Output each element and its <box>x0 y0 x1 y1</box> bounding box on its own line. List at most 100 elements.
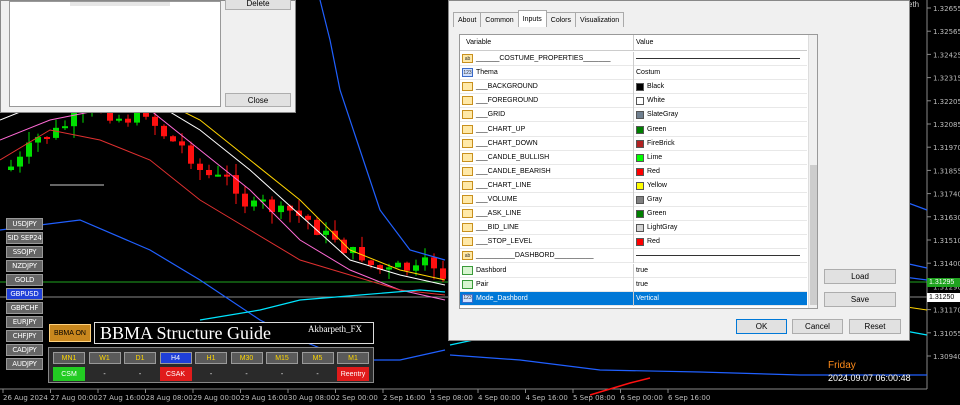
input-value[interactable]: true <box>636 267 648 274</box>
input-value[interactable]: Green <box>647 126 666 133</box>
symbol-button[interactable]: AUDJPY <box>6 358 43 370</box>
symbol-button[interactable]: SID SEP24 <box>6 232 43 244</box>
input-value[interactable]: Lime <box>647 154 662 161</box>
input-row[interactable]: ___FOREGROUND White <box>460 94 807 109</box>
symbol-button[interactable]: NZDJPY <box>6 260 43 272</box>
input-row[interactable]: ___CANDLE_BEARISH Red <box>460 164 807 179</box>
indicator-line <box>0 89 446 286</box>
price-tick-label: 1.31630 <box>933 214 960 222</box>
input-value[interactable]: Red <box>647 168 660 175</box>
input-row[interactable]: ___BID_LINE LightGray <box>460 221 807 236</box>
input-value[interactable]: White <box>647 97 665 104</box>
price-tick-label: 1.31970 <box>933 144 960 152</box>
input-row[interactable]: ___CHART_LINE Yellow <box>460 178 807 193</box>
cancel-button[interactable]: Cancel <box>792 319 843 334</box>
timeframe-button[interactable]: M30 <box>230 352 263 364</box>
input-value[interactable]: Yellow <box>647 182 667 189</box>
input-row[interactable]: ___GRID SlateGray <box>460 108 807 123</box>
candle-body <box>323 230 329 235</box>
timeframe-button[interactable]: H1 <box>195 352 227 364</box>
input-value[interactable]: SlateGray <box>647 111 678 118</box>
color-swatch <box>636 139 644 148</box>
candle-body <box>44 137 50 140</box>
symbol-button[interactable]: USDJPY <box>6 218 43 230</box>
input-row[interactable]: ___STOP_LEVEL Red <box>460 235 807 250</box>
symbol-button[interactable]: GBPUSD <box>6 288 43 300</box>
symbol-button[interactable]: GOLD <box>6 274 43 286</box>
signal-cell: CSAK <box>159 367 192 381</box>
reset-button[interactable]: Reset <box>849 319 901 334</box>
color-swatch <box>636 111 644 120</box>
timeframe-button[interactable]: M1 <box>337 352 369 364</box>
candle-body <box>8 166 14 170</box>
color-swatch <box>636 224 644 233</box>
candle-body <box>17 156 23 167</box>
tab-about[interactable]: About <box>453 12 482 27</box>
input-row[interactable]: 123 Mode_Dashbord Vertical <box>460 291 807 306</box>
timeframe-button[interactable]: M5 <box>301 352 334 364</box>
grid-scrollbar[interactable] <box>808 35 817 308</box>
input-name: Mode_Dashbord <box>476 294 528 302</box>
time-tick-label: 26 Aug 2024 <box>3 394 48 402</box>
input-row[interactable]: ab __________DASHBORD__________ <box>460 249 807 264</box>
candle-body <box>161 125 167 137</box>
input-value[interactable]: Vertical <box>636 295 659 302</box>
timeframe-button[interactable]: D1 <box>124 352 156 364</box>
symbols-listbox[interactable] <box>9 1 221 107</box>
time-tick-label: 4 Sep 00:00 <box>478 394 520 402</box>
color-swatch <box>636 210 644 219</box>
time-tick-label: 27 Aug 16:00 <box>98 394 145 402</box>
input-row[interactable]: ___CHART_DOWN FireBrick <box>460 136 807 151</box>
input-row[interactable]: ___BACKGROUND Black <box>460 80 807 95</box>
timeframe-button[interactable]: H4 <box>159 352 192 364</box>
input-value[interactable]: Costum <box>636 69 660 76</box>
color-icon <box>462 82 473 92</box>
bbma-on-button[interactable]: BBMA ON <box>49 324 91 342</box>
timeframe-button[interactable]: MN1 <box>53 352 85 364</box>
tab-common[interactable]: Common <box>480 12 519 27</box>
inputs-grid[interactable]: Variable Value ab ______COSTUME_PROPERTIE… <box>459 34 818 309</box>
input-value[interactable]: Gray <box>647 196 662 203</box>
input-value[interactable]: Black <box>647 83 664 90</box>
symbols-dialog: Delete Close <box>0 0 296 113</box>
symbol-button[interactable]: CHFJPY <box>6 330 43 342</box>
input-row[interactable]: ___ASK_LINE Green <box>460 207 807 222</box>
tab-inputs[interactable]: Inputs <box>517 10 547 27</box>
input-value[interactable]: Red <box>647 238 660 245</box>
scrollbar-thumb[interactable] <box>810 165 817 305</box>
color-icon <box>462 237 473 247</box>
signal-cell: Reentry <box>337 367 369 381</box>
symbol-button[interactable]: GBPCHF <box>6 302 43 314</box>
input-row[interactable]: Pair true <box>460 277 807 292</box>
symbol-button[interactable]: SSOJPY <box>6 246 43 258</box>
symbol-button[interactable]: CADJPY <box>6 344 43 356</box>
ok-button[interactable]: OK <box>736 319 787 334</box>
tab-visualization[interactable]: Visualization <box>575 12 625 27</box>
tab-colors[interactable]: Colors <box>545 12 577 27</box>
delete-button[interactable]: Delete <box>225 0 291 10</box>
input-value[interactable]: FireBrick <box>647 140 675 147</box>
close-button[interactable]: Close <box>225 93 291 107</box>
input-value[interactable]: true <box>636 281 648 288</box>
input-row[interactable]: ___CANDLE_BULLISH Lime <box>460 150 807 165</box>
color-swatch <box>636 97 644 106</box>
input-row[interactable]: Dashbord true <box>460 263 807 278</box>
input-row[interactable]: 123 Thema Costum <box>460 66 807 81</box>
enum-icon: 123 <box>462 68 473 78</box>
candles <box>8 92 446 283</box>
candle-body <box>233 175 239 194</box>
symbol-button[interactable]: EURJPY <box>6 316 43 328</box>
candle-body <box>404 262 410 271</box>
separator-value <box>636 255 800 257</box>
timeframe-button[interactable]: M15 <box>266 352 298 364</box>
input-row[interactable]: ab ______COSTUME_PROPERTIES_______ <box>460 52 807 66</box>
input-row[interactable]: ___CHART_UP Green <box>460 122 807 137</box>
input-value[interactable]: Green <box>647 210 666 217</box>
color-icon <box>462 180 473 190</box>
timeframe-button[interactable]: W1 <box>88 352 121 364</box>
string-icon: ab <box>462 251 473 261</box>
input-row[interactable]: ___VOLUME Gray <box>460 193 807 207</box>
load-button[interactable]: Load <box>824 269 896 284</box>
input-value[interactable]: LightGray <box>647 224 677 231</box>
save-button[interactable]: Save <box>824 292 896 307</box>
